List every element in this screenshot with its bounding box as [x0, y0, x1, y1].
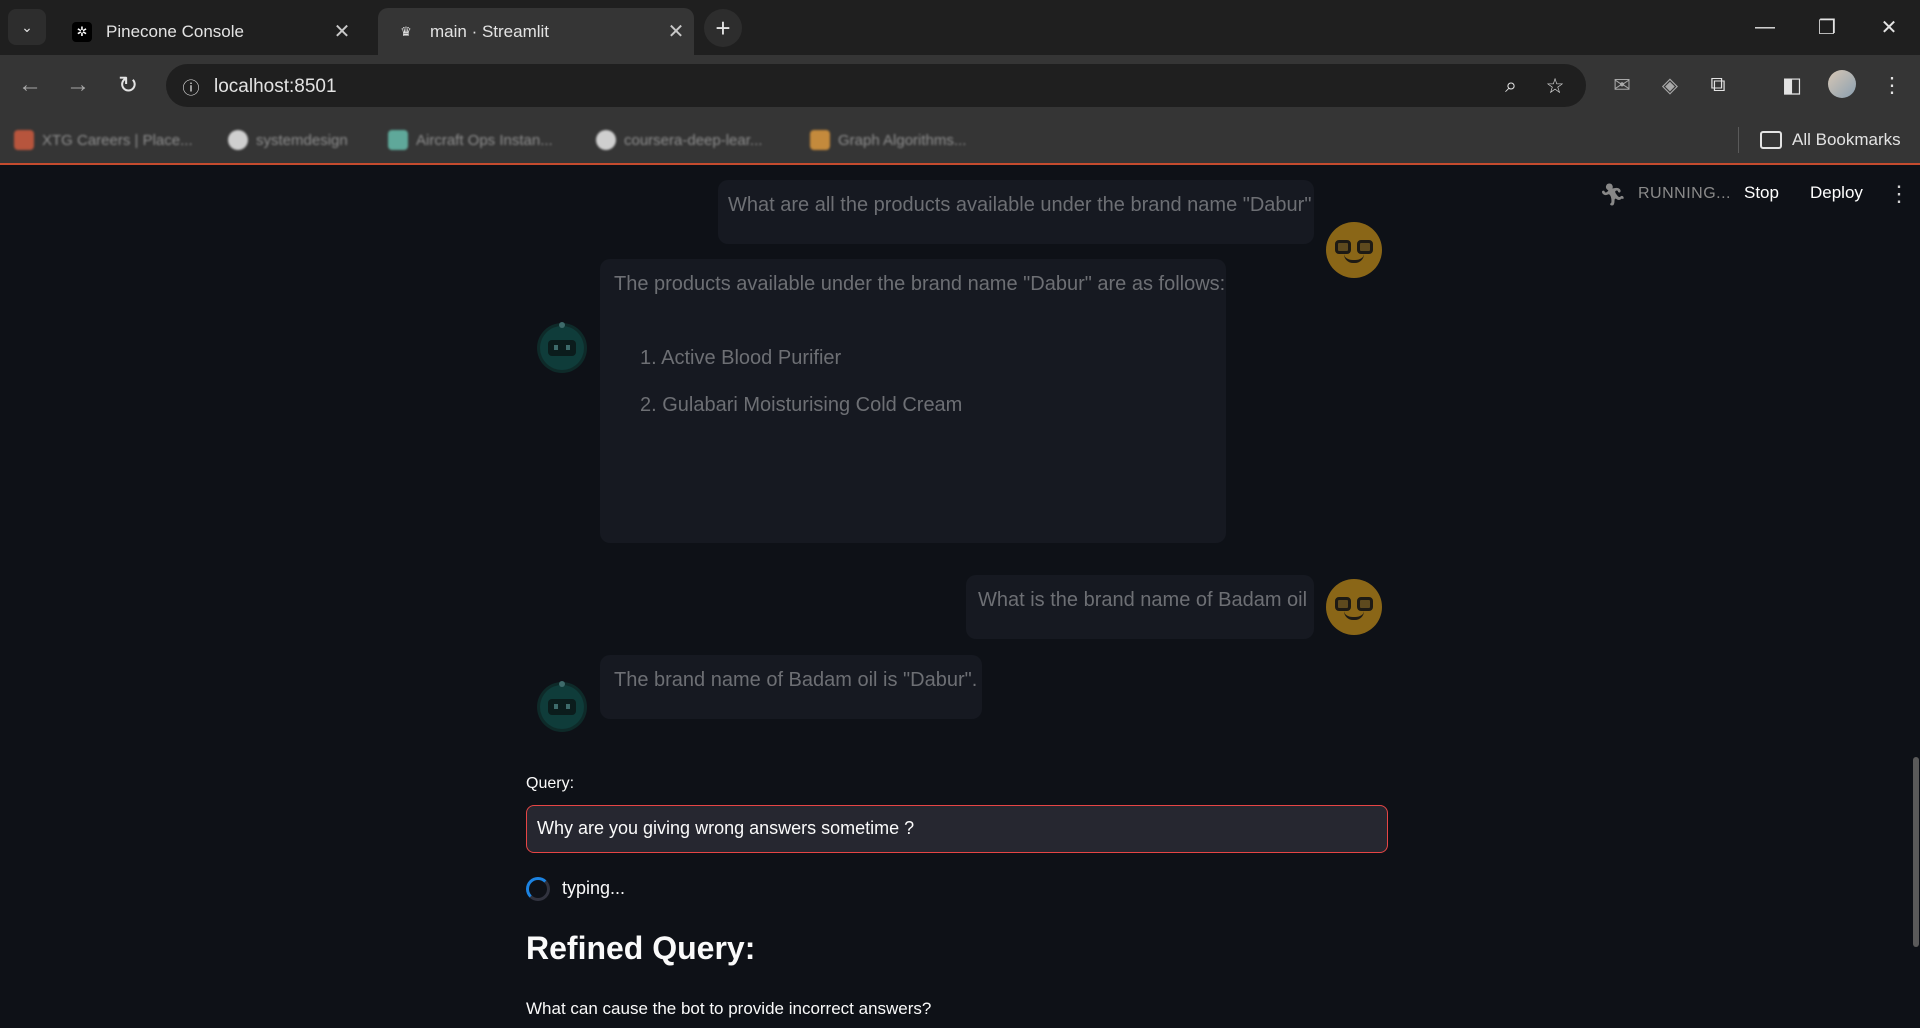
bookmark-star-icon[interactable]: ☆: [1540, 71, 1570, 101]
arrow-left-icon: ←: [18, 71, 42, 98]
bookmark-label: XTG Careers | Place...: [42, 131, 193, 149]
list-item: 2. Gulabari Moisturising Cold Cream: [640, 394, 963, 416]
running-man-icon: 🏃︎: [1599, 182, 1627, 207]
bookmark-item[interactable]: Graph Algorithms...: [810, 127, 966, 153]
bookmark-item[interactable]: XTG Careers | Place...: [14, 127, 193, 153]
site-favicon-icon: [14, 130, 34, 150]
pinecone-icon: ✲: [72, 21, 92, 42]
message-text: What is the brand name of Badam oil: [978, 589, 1308, 611]
mail-extension-icon[interactable]: ✉: [1606, 69, 1638, 101]
site-info-icon[interactable]: ⓘ: [178, 73, 204, 99]
side-panel-icon[interactable]: ◧: [1776, 69, 1808, 101]
bookmarks-bar: XTG Careers | Place... systemdesign Airc…: [0, 115, 1920, 165]
tab-strip: ⌄ ✲ Pinecone Console ✕ ♛ main · Streamli…: [0, 0, 1920, 55]
deploy-button[interactable]: Deploy: [1810, 183, 1863, 203]
close-icon[interactable]: ✕: [658, 19, 694, 44]
close-window-button[interactable]: ✕: [1864, 8, 1914, 46]
minimize-icon: —: [1755, 15, 1775, 38]
stop-button[interactable]: Stop: [1744, 183, 1779, 203]
new-tab-button[interactable]: +: [704, 9, 742, 47]
extension-icon[interactable]: ◈: [1654, 69, 1686, 101]
bot-avatar: [534, 679, 590, 735]
typing-status: typing...: [562, 878, 626, 898]
robot-icon: [540, 322, 584, 370]
bookmark-item[interactable]: Aircraft Ops Instan...: [388, 127, 553, 153]
site-favicon-icon: [388, 130, 408, 150]
kebab-menu-icon[interactable]: ⋮: [1876, 69, 1908, 101]
bookmark-label: systemdesign: [256, 131, 348, 149]
github-icon: [596, 130, 616, 150]
query-value[interactable]: Why are you giving wrong answers sometim…: [537, 818, 914, 838]
profile-avatar[interactable]: [1828, 70, 1856, 98]
running-status: RUNNING...: [1638, 185, 1731, 202]
user-avatar: [1326, 222, 1382, 278]
bookmarks-divider: [1738, 127, 1739, 153]
message-text: The brand name of Badam oil is "Dabur".: [614, 669, 978, 691]
message-text: What are all the products available unde…: [728, 194, 1312, 216]
bookmark-label: Graph Algorithms...: [838, 131, 967, 149]
tab-streamlit[interactable]: ♛ main · Streamlit ✕: [378, 8, 694, 55]
streamlit-crown-icon: ♛: [400, 23, 412, 39]
zoom-icon[interactable]: ⌕: [1496, 71, 1526, 101]
bookmark-label: coursera-deep-lear...: [624, 131, 763, 149]
page-scrollbar[interactable]: [1913, 757, 1919, 947]
restore-button[interactable]: ❐: [1802, 8, 1852, 46]
refined-query-heading: Refined Query:: [526, 930, 756, 966]
query-input[interactable]: Why are you giving wrong answers sometim…: [526, 805, 1388, 853]
reload-button[interactable]: ↻: [108, 65, 148, 105]
restore-icon: ❐: [1818, 16, 1836, 39]
user-message: What is the brand name of Badam oil: [966, 575, 1314, 639]
address-bar[interactable]: ⓘ localhost:8501 ⌕ ☆: [166, 64, 1586, 107]
browser-toolbar: ← → ↻ ⓘ localhost:8501 ⌕ ☆ ✉ ◈ ⧉ ◧ ⋮: [0, 55, 1920, 115]
message-text: The products available under the brand n…: [614, 273, 1226, 295]
browser-window: ⌄ ✲ Pinecone Console ✕ ♛ main · Streamli…: [0, 0, 1920, 1028]
forward-button[interactable]: →: [58, 65, 98, 105]
query-label: Query:: [526, 775, 575, 792]
arrow-right-icon: →: [66, 71, 90, 98]
back-button[interactable]: ←: [10, 65, 50, 105]
tab-pinecone-console[interactable]: ✲ Pinecone Console ✕: [54, 8, 360, 55]
tab-title: main · Streamlit: [430, 21, 550, 41]
github-icon: [228, 130, 248, 150]
main-menu-icon[interactable]: ⋮: [1888, 181, 1910, 207]
tab-title: Pinecone Console: [106, 21, 244, 41]
list-item: 1. Active Blood Purifier: [640, 347, 842, 369]
site-favicon-icon: [810, 130, 830, 150]
bot-avatar: [534, 320, 590, 376]
tab-search-button[interactable]: ⌄: [8, 9, 46, 45]
nerd-face-icon: [1334, 587, 1374, 627]
plus-icon: +: [715, 12, 731, 43]
close-icon[interactable]: ✕: [324, 19, 360, 44]
chevron-down-icon: ⌄: [21, 18, 33, 35]
spinner-icon: [526, 877, 550, 901]
bookmark-label: Aircraft Ops Instan...: [416, 131, 553, 149]
bookmark-item[interactable]: coursera-deep-lear...: [596, 127, 762, 153]
reload-icon: ↻: [117, 71, 139, 99]
refined-query-text: What can cause the bot to provide incorr…: [526, 999, 932, 1018]
url-text[interactable]: localhost:8501: [214, 76, 337, 98]
robot-icon: [540, 681, 584, 729]
all-bookmarks-button[interactable]: All Bookmarks: [1760, 127, 1901, 153]
assistant-message: The products available under the brand n…: [600, 259, 1226, 543]
puzzle-icon[interactable]: ⧉: [1702, 69, 1734, 101]
minimize-button[interactable]: —: [1740, 8, 1790, 46]
close-icon: ✕: [1880, 16, 1898, 39]
all-bookmarks-label: All Bookmarks: [1792, 130, 1901, 149]
folder-icon: [1760, 131, 1782, 149]
nerd-face-icon: [1334, 230, 1374, 270]
bookmark-item[interactable]: systemdesign: [228, 127, 348, 153]
streamlit-app: 🏃︎ RUNNING... Stop Deploy ⋮ What are all…: [0, 167, 1920, 1028]
user-message: What are all the products available unde…: [718, 180, 1314, 244]
user-avatar: [1326, 579, 1382, 635]
assistant-message: The brand name of Badam oil is "Dabur".: [600, 655, 982, 719]
